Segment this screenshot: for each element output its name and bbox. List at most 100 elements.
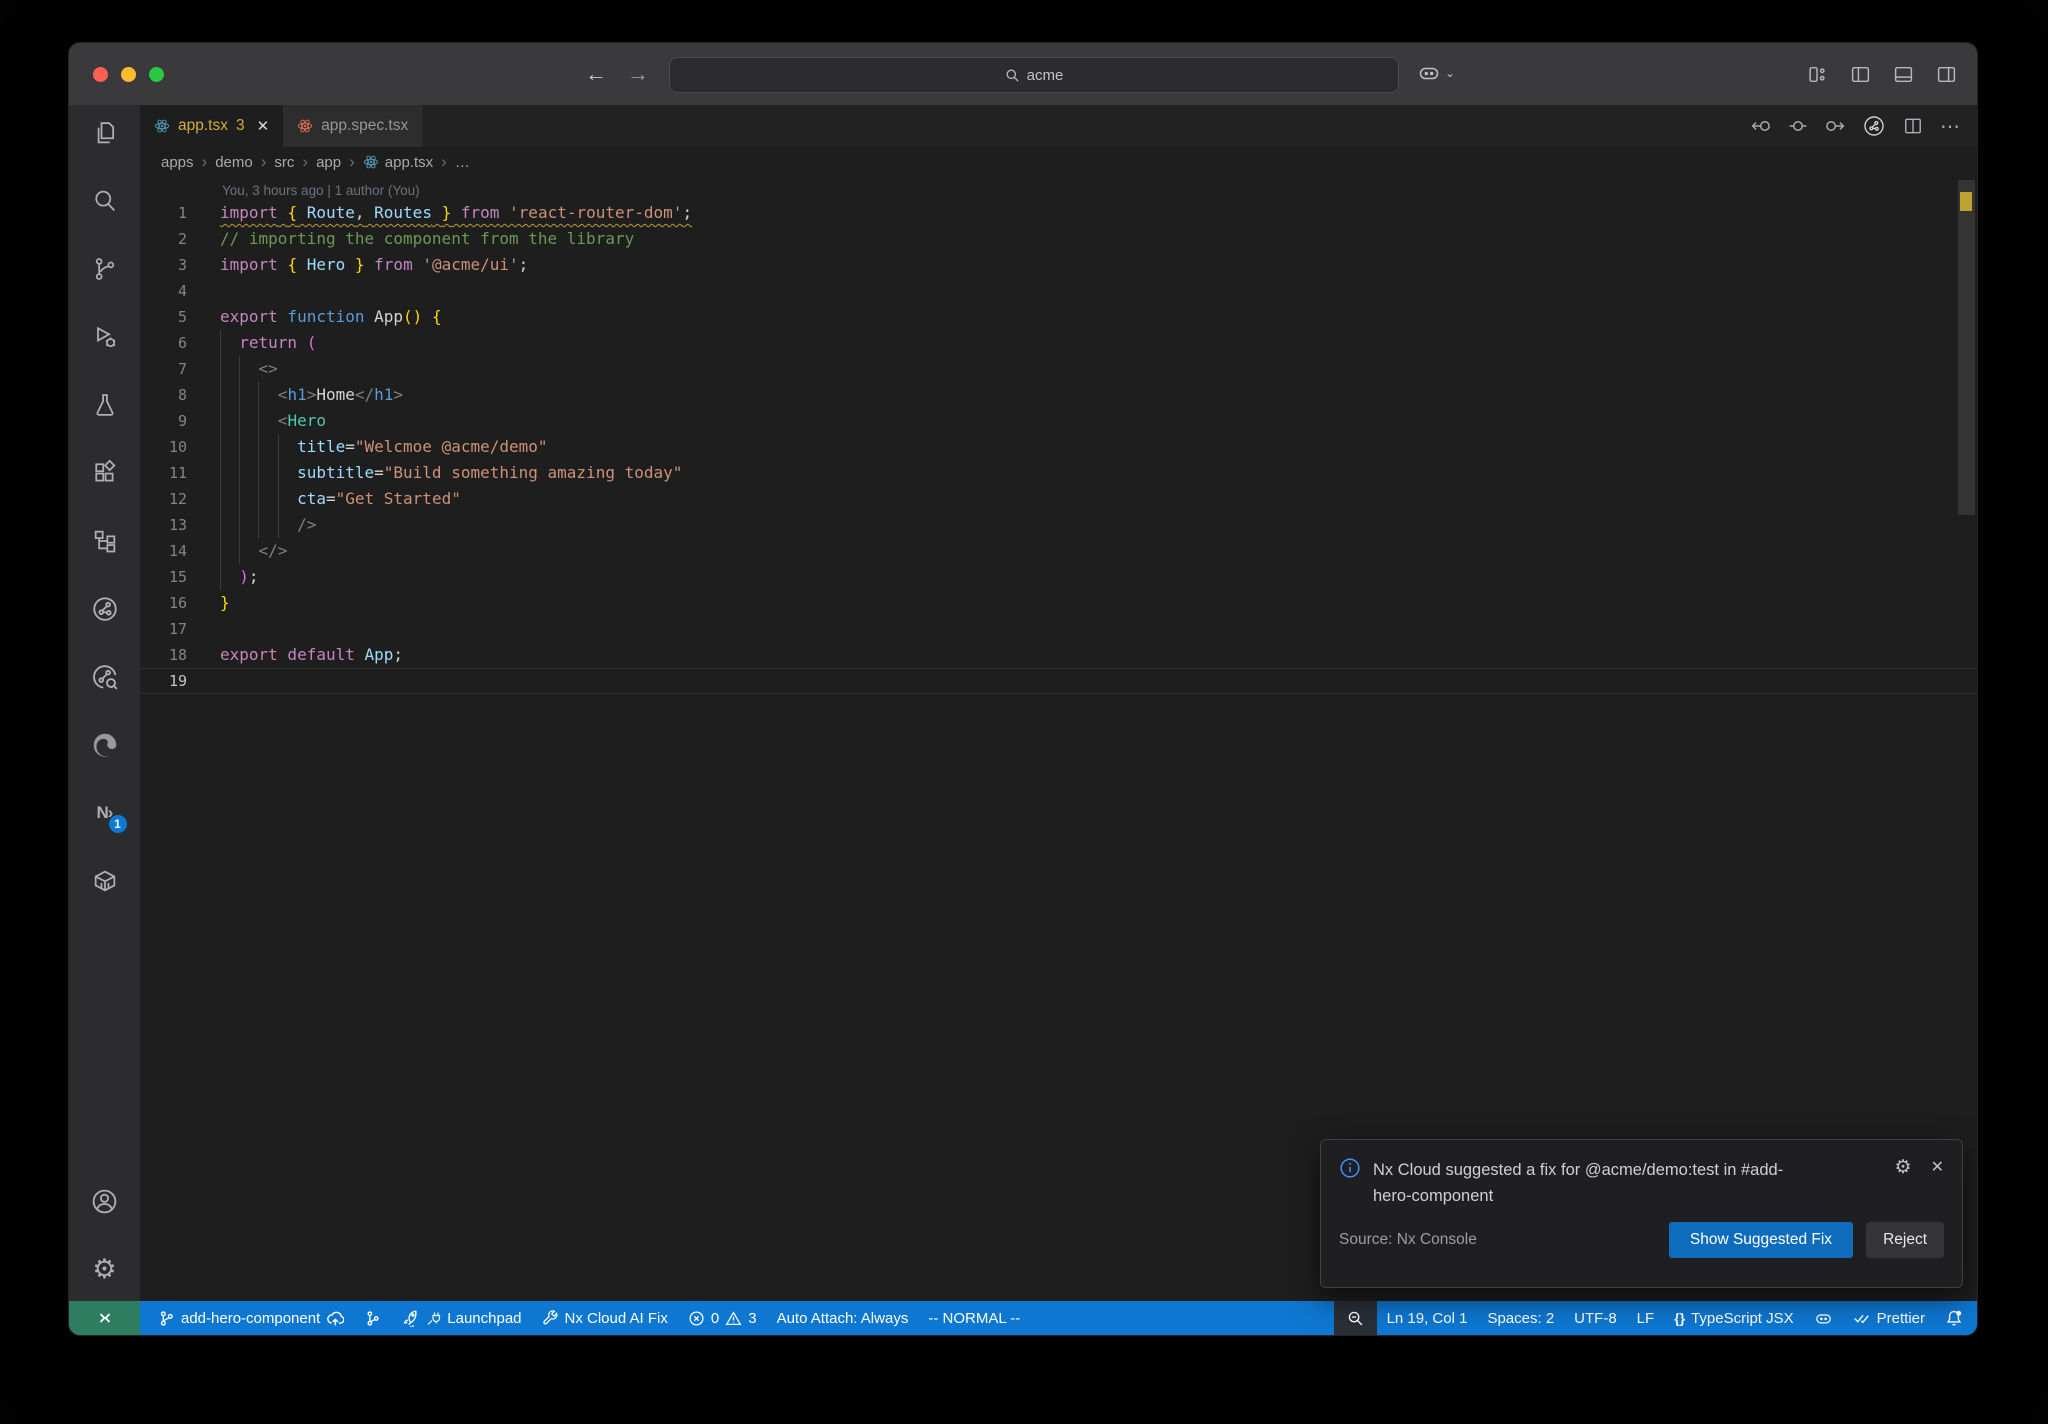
vim-mode-item[interactable]: -- NORMAL -- [918, 1301, 1030, 1335]
minimize-window-button[interactable] [121, 67, 136, 82]
code-area[interactable]: You, 3 hours ago | 1 author (You) 1 impor… [140, 177, 1977, 1301]
code-line[interactable]: 13 /> [140, 512, 1977, 538]
code-line[interactable]: 12 cta="Get Started" [140, 486, 1977, 512]
toggle-panel-icon[interactable] [1893, 64, 1914, 85]
source-control-icon[interactable] [81, 245, 129, 293]
nx-graph-action-icon[interactable] [1862, 114, 1886, 138]
nx-console-icon[interactable]: N› 1 [81, 789, 129, 837]
current-change-icon[interactable] [1788, 116, 1808, 136]
tab-app-spec-tsx[interactable]: app.spec.tsx [283, 105, 424, 147]
line-number[interactable]: 6 [140, 330, 187, 356]
line-number[interactable]: 8 [140, 382, 187, 408]
edge-browser-icon[interactable] [81, 721, 129, 769]
nx-cloud-fix-item[interactable]: Nx Cloud AI Fix [532, 1301, 678, 1335]
customize-layout-icon[interactable] [1807, 64, 1828, 85]
language-mode-item[interactable]: {} TypeScript JSX [1664, 1301, 1803, 1335]
launchpad-item[interactable]: Launchpad [391, 1301, 531, 1335]
previous-change-icon[interactable] [1751, 116, 1771, 136]
git-branch-item[interactable]: add-hero-component [148, 1301, 354, 1335]
prettier-item[interactable]: Prettier [1843, 1301, 1935, 1335]
code-line[interactable]: 2 // importing the component from the lib… [140, 226, 1977, 252]
line-number[interactable]: 5 [140, 304, 187, 330]
line-number[interactable]: 19 [140, 669, 187, 693]
line-number[interactable]: 16 [140, 590, 187, 616]
breadcrumb-item[interactable]: apps [161, 154, 194, 171]
code-line[interactable]: 16} [140, 590, 1977, 616]
cursor-position-item[interactable]: Ln 19, Col 1 [1377, 1301, 1478, 1335]
encoding-item[interactable]: UTF-8 [1564, 1301, 1627, 1335]
explorer-icon[interactable] [81, 109, 129, 157]
line-number[interactable]: 7 [140, 356, 187, 382]
code-line[interactable]: 5 export function App() { [140, 304, 1977, 330]
run-debug-icon[interactable] [81, 313, 129, 361]
navigate-back-icon[interactable]: ← [585, 61, 607, 87]
split-editor-icon[interactable] [1903, 116, 1923, 136]
code-line[interactable]: 19 [140, 668, 1977, 694]
line-number[interactable]: 1 [140, 200, 187, 226]
copilot-status-item[interactable] [1804, 1301, 1843, 1335]
line-number[interactable]: 11 [140, 460, 187, 486]
line-number[interactable]: 12 [140, 486, 187, 512]
breadcrumb-item[interactable]: app.tsx [363, 154, 433, 171]
line-number[interactable]: 2 [140, 226, 187, 252]
code-line[interactable]: 10 title="Welcmoe @acme/demo" [140, 434, 1977, 460]
notification-close-icon[interactable]: ✕ [1931, 1157, 1944, 1177]
code-line[interactable]: 4 [140, 278, 1977, 304]
eol-item[interactable]: LF [1627, 1301, 1665, 1335]
code-line[interactable]: 14 </> [140, 538, 1977, 564]
settings-gear-icon[interactable]: ⚙ [81, 1245, 129, 1293]
code-line[interactable]: 11 subtitle="Build something amazing tod… [140, 460, 1977, 486]
show-suggested-fix-button[interactable]: Show Suggested Fix [1668, 1222, 1854, 1258]
code-line[interactable]: 6 return ( [140, 330, 1977, 356]
command-center-search[interactable]: acme [669, 57, 1399, 93]
navigate-forward-icon[interactable]: → [627, 61, 649, 87]
problems-item[interactable]: 0 3 [678, 1301, 767, 1335]
editor-scrollbar[interactable] [1958, 180, 1975, 515]
auto-attach-item[interactable]: Auto Attach: Always [767, 1301, 919, 1335]
code-line[interactable]: 9 <Hero [140, 408, 1977, 434]
copilot-menu-button[interactable]: ⌄ [1417, 61, 1455, 85]
hierarchy-icon[interactable] [81, 517, 129, 565]
reject-button[interactable]: Reject [1866, 1222, 1944, 1258]
line-number[interactable]: 15 [140, 564, 187, 590]
line-number[interactable]: 4 [140, 278, 187, 304]
close-window-button[interactable] [93, 67, 108, 82]
code-line[interactable]: 18 export default App; [140, 642, 1977, 668]
breadcrumb-item[interactable]: demo [215, 154, 253, 171]
tab-app-tsx[interactable]: app.tsx 3 ✕ [140, 105, 284, 147]
nx-project-graph-icon[interactable] [81, 585, 129, 633]
code-line[interactable]: 15 ); [140, 564, 1977, 590]
line-number[interactable]: 3 [140, 252, 187, 278]
line-number[interactable]: 13 [140, 512, 187, 538]
container-tools-icon[interactable] [81, 857, 129, 905]
line-number[interactable]: 10 [140, 434, 187, 460]
nx-graph-search-icon[interactable] [81, 653, 129, 701]
git-graph-item[interactable] [354, 1301, 391, 1335]
code-line[interactable]: 7 <> [140, 356, 1977, 382]
accounts-icon[interactable] [81, 1177, 129, 1225]
breadcrumb-item[interactable]: … [455, 154, 470, 171]
breadcrumb-item[interactable]: src [274, 154, 294, 171]
indentation-item[interactable]: Spaces: 2 [1477, 1301, 1564, 1335]
zoom-status-item[interactable] [1333, 1301, 1377, 1335]
code-line[interactable]: 8 <h1>Home</h1> [140, 382, 1977, 408]
notification-settings-icon[interactable]: ⚙ [1895, 1158, 1912, 1177]
code-line[interactable]: 17 [140, 616, 1977, 642]
code-line[interactable]: 3 import { Hero } from '@acme/ui'; [140, 252, 1977, 278]
notifications-bell-item[interactable] [1935, 1301, 1977, 1335]
toggle-secondary-sidebar-icon[interactable] [1936, 64, 1957, 85]
close-tab-icon[interactable]: ✕ [257, 117, 270, 135]
remote-indicator[interactable] [69, 1301, 140, 1335]
line-number[interactable]: 17 [140, 616, 187, 642]
next-change-icon[interactable] [1825, 116, 1845, 136]
more-actions-icon[interactable]: ⋯ [1940, 114, 1961, 139]
extensions-icon[interactable] [81, 449, 129, 497]
line-number[interactable]: 9 [140, 408, 187, 434]
testing-icon[interactable] [81, 381, 129, 429]
line-number[interactable]: 14 [140, 538, 187, 564]
line-number[interactable]: 18 [140, 642, 187, 668]
code-line[interactable]: 1 import { Route, Routes } from 'react-ro… [140, 200, 1977, 226]
search-sidebar-icon[interactable] [81, 177, 129, 225]
toggle-primary-sidebar-icon[interactable] [1850, 64, 1871, 85]
breadcrumb-item[interactable]: app [316, 154, 341, 171]
